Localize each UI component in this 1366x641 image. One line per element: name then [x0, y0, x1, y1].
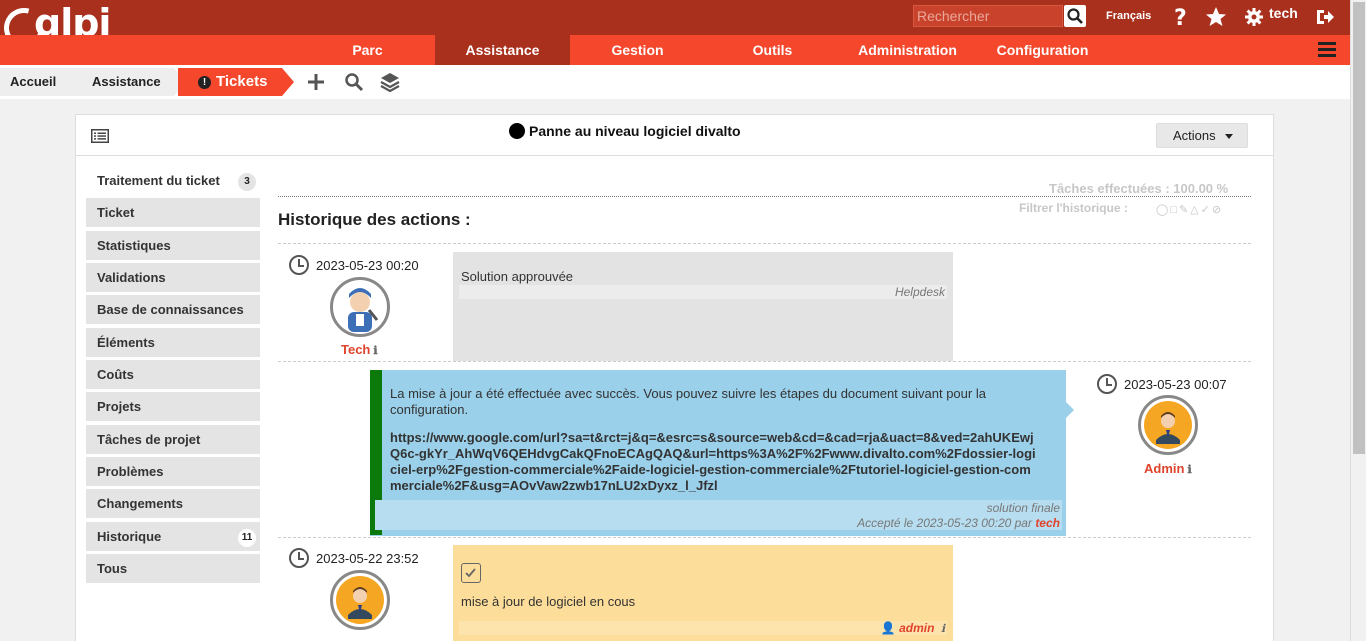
layers-icon[interactable]	[380, 72, 400, 92]
solution-bubble: La mise à jour a été effectuée avec succ…	[370, 370, 1074, 536]
breadcrumb-assistance[interactable]: Assistance	[74, 68, 186, 96]
gear-icon[interactable]	[1244, 7, 1264, 27]
breadcrumb-home[interactable]: Accueil	[0, 68, 86, 96]
tab-elements[interactable]: Éléments	[86, 328, 260, 357]
followup-bubble: Solution approuvée Helpdesk	[453, 252, 953, 361]
solution-link[interactable]: https://www.google.com/url?sa=t&rct=j&q=…	[390, 430, 1040, 494]
tab-problemes[interactable]: Problèmes	[86, 457, 260, 486]
clock-icon	[289, 255, 309, 275]
history-filter-label: Filtrer l'historique :	[1019, 201, 1128, 215]
search-input[interactable]: Rechercher	[913, 5, 1063, 27]
task-author[interactable]: admin	[899, 621, 934, 635]
tab-taches-de-projet[interactable]: Tâches de projet	[86, 425, 260, 454]
tab-projets[interactable]: Projets	[86, 392, 260, 421]
divider	[278, 243, 1251, 244]
user-avatar-icon	[1156, 412, 1180, 444]
tab-ticket[interactable]: Ticket	[86, 198, 260, 227]
avatar	[330, 277, 390, 337]
main-menu: Parc Assistance Gestion Outils Administr…	[0, 35, 1350, 65]
entry-author[interactable]: Admin ℹ	[1144, 461, 1192, 476]
task-checkbox-icon[interactable]	[461, 563, 481, 583]
search-icon	[1067, 8, 1083, 24]
bubble-tail	[1066, 402, 1074, 418]
technician-avatar-icon	[348, 288, 379, 332]
divider	[278, 361, 1251, 362]
breadcrumb: Accueil Assistance ! Tickets	[0, 65, 1350, 99]
tab-count-badge: 3	[238, 173, 256, 191]
caret-down-icon	[1225, 134, 1233, 139]
tab-historique[interactable]: Historique 11	[86, 522, 260, 551]
help-icon[interactable]: ?	[1169, 5, 1193, 29]
divider	[278, 196, 1251, 197]
clock-icon	[1097, 374, 1117, 394]
entry-date: 2023-05-23 00:20	[316, 258, 419, 273]
task-bubble: mise à jour de logiciel en cous 👤 admin …	[453, 545, 953, 641]
tasks-done-stat: Tâches effectuées : 100.00 %	[1049, 181, 1229, 196]
entry-date: 2023-05-23 00:07	[1124, 377, 1227, 392]
tab-couts[interactable]: Coûts	[86, 360, 260, 389]
avatar	[330, 570, 390, 630]
search-button[interactable]	[1064, 5, 1086, 27]
tab-base-de-connaissances[interactable]: Base de connaissances	[86, 295, 260, 324]
star-icon[interactable]	[1204, 5, 1228, 29]
ticket-panel: Panne au niveau logiciel divalto Actions…	[75, 114, 1274, 641]
breadcrumb-tickets[interactable]: ! Tickets	[178, 68, 294, 96]
menu-assistance[interactable]: Assistance	[435, 35, 570, 65]
accepted-by-user[interactable]: tech	[1035, 516, 1060, 530]
history-filter-icons[interactable]: ◯□✎△✓⊘	[1156, 203, 1223, 216]
tab-traitement[interactable]: Traitement du ticket 3	[86, 166, 260, 195]
search-icon[interactable]	[344, 72, 364, 92]
warning-icon: !	[198, 76, 211, 89]
tab-validations[interactable]: Validations	[86, 263, 260, 292]
menu-gestion[interactable]: Gestion	[570, 35, 705, 65]
scrollbar-thumb[interactable]	[1353, 2, 1365, 454]
status-icon	[509, 123, 525, 139]
entry-author[interactable]: Tech ℹ	[341, 342, 378, 357]
menu-outils[interactable]: Outils	[705, 35, 840, 65]
info-icon[interactable]: ℹ	[941, 622, 945, 635]
logout-icon[interactable]	[1315, 7, 1335, 27]
menu-parc[interactable]: Parc	[300, 35, 435, 65]
history-title: Historique des actions :	[278, 210, 471, 229]
tab-changements[interactable]: Changements	[86, 489, 260, 518]
page-scrollbar[interactable]	[1350, 0, 1366, 641]
tab-count-badge: 11	[238, 529, 256, 547]
info-icon[interactable]: ℹ	[1187, 463, 1191, 476]
menu-configuration[interactable]: Configuration	[975, 35, 1110, 65]
user-icon: 👤	[880, 621, 896, 635]
svg-text:?: ?	[1174, 6, 1187, 29]
top-bar: glpi Rechercher Français ? tech	[0, 0, 1350, 56]
ticket-header: Panne au niveau logiciel divalto Actions	[76, 115, 1273, 156]
tab-tous[interactable]: Tous	[86, 554, 260, 583]
list-icon[interactable]	[91, 129, 109, 143]
tab-statistiques[interactable]: Statistiques	[86, 231, 260, 260]
entry-date: 2023-05-22 23:52	[316, 551, 419, 566]
language-selector[interactable]: Français	[1106, 10, 1151, 22]
info-icon[interactable]: ℹ	[373, 344, 377, 357]
user-menu[interactable]: tech	[1269, 5, 1298, 21]
hamburger-menu-icon[interactable]	[1318, 42, 1336, 58]
clock-icon	[289, 548, 309, 568]
add-icon[interactable]	[306, 72, 326, 92]
avatar	[1138, 395, 1198, 455]
actions-button[interactable]: Actions	[1156, 123, 1248, 148]
divider	[278, 537, 1251, 538]
menu-administration[interactable]: Administration	[840, 35, 975, 65]
user-avatar-icon	[348, 587, 372, 619]
ticket-title: Panne au niveau logiciel divalto	[509, 123, 741, 139]
